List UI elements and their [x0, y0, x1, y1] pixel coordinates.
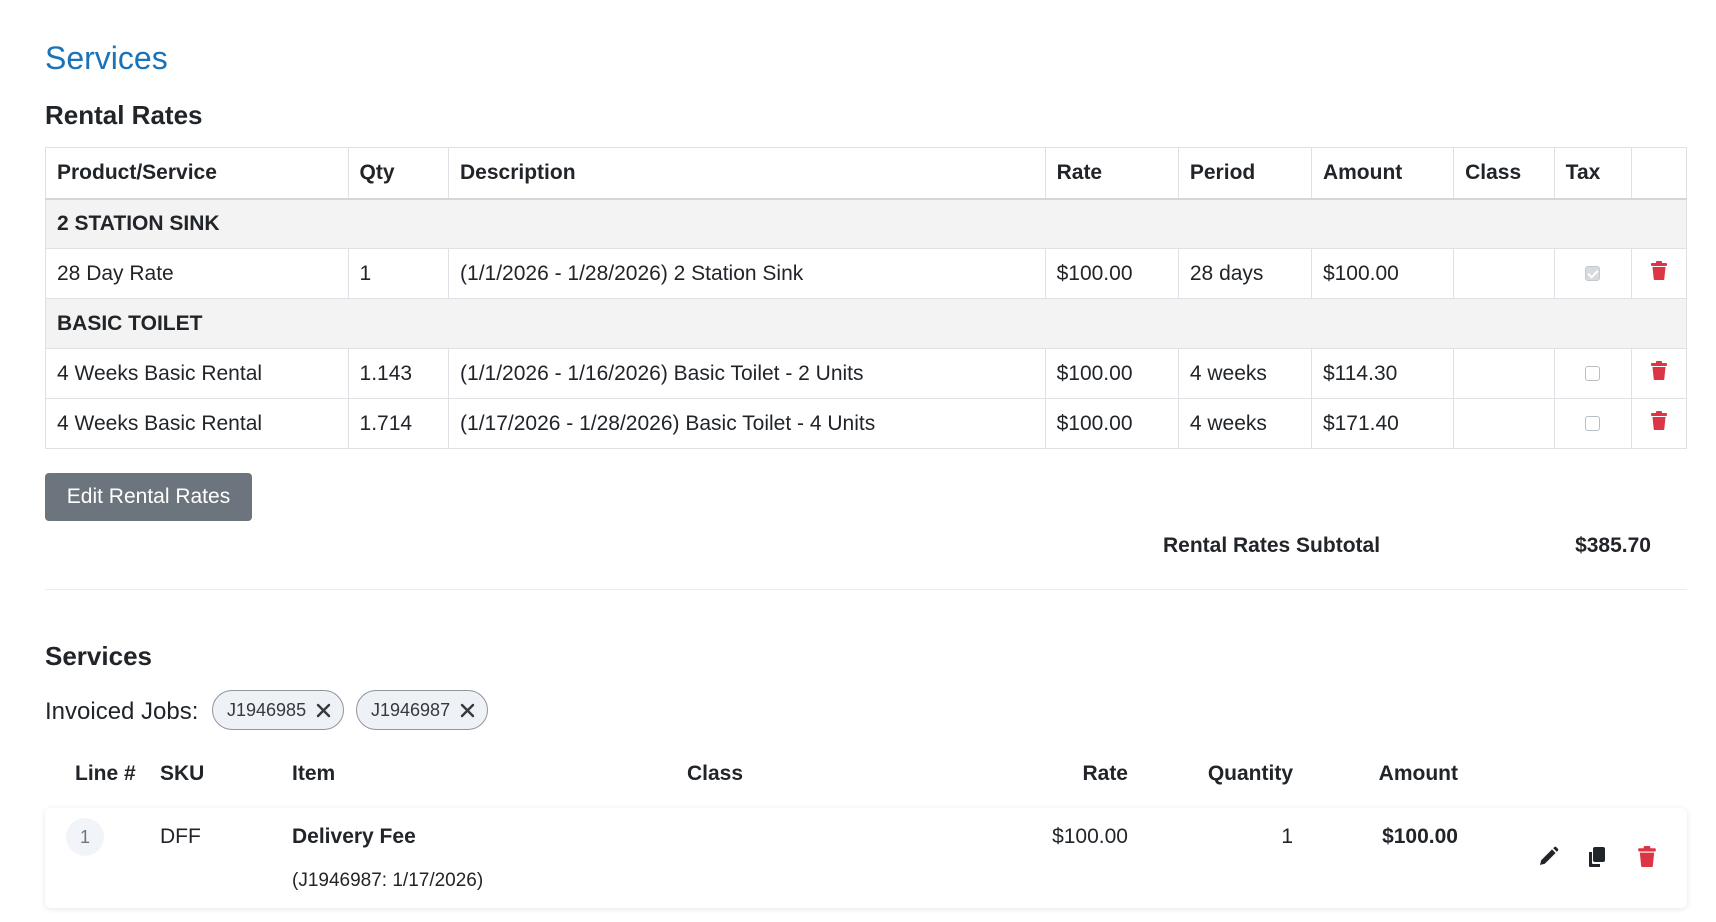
invoiced-jobs-label: Invoiced Jobs:	[45, 698, 199, 725]
close-icon[interactable]	[460, 703, 475, 718]
rate-cell: $100.00	[1044, 348, 1179, 399]
description-cell: (1/1/2026 - 1/16/2026) Basic Toilet - 2 …	[448, 348, 1046, 399]
table-row: 4 Weeks Basic Rental 1.714 (1/17/2026 - …	[45, 398, 1687, 449]
amount-cell: $171.40	[1310, 398, 1455, 449]
subtotal-value: $385.70	[1575, 534, 1651, 557]
quantity-cell: 1	[1281, 825, 1293, 848]
group-name: 2 STATION SINK	[45, 198, 1687, 249]
amount-cell: $100.00	[1382, 825, 1458, 848]
col-class: Class	[687, 762, 744, 785]
section-divider	[45, 589, 1687, 590]
job-chip-label: J1946985	[227, 699, 307, 720]
item-detail: (J1946987: 1/17/2026)	[292, 870, 484, 891]
page-title: Services	[45, 40, 168, 76]
tax-cell	[1553, 248, 1633, 299]
job-chip: J1946985	[212, 690, 345, 730]
product-cell: 28 Day Rate	[45, 248, 349, 299]
table-row: 4 Weeks Basic Rental 1.143 (1/1/2026 - 1…	[45, 348, 1687, 399]
period-cell: 4 weeks	[1177, 348, 1312, 399]
col-amount: Amount	[1378, 762, 1458, 785]
group-row: 2 STATION SINK	[45, 198, 1687, 249]
col-item: Item	[292, 762, 336, 785]
class-cell	[1453, 398, 1555, 449]
group-name: BASIC TOILET	[45, 298, 1687, 349]
trash-icon[interactable]	[1651, 361, 1668, 386]
line-number-badge: 1	[66, 818, 104, 856]
subtotal-label: Rental Rates Subtotal	[1163, 534, 1381, 557]
table-header-row: Product/Service Qty Description Rate Per…	[45, 147, 1687, 200]
rate-cell: $100.00	[1044, 248, 1179, 299]
group-row: BASIC TOILET	[45, 298, 1687, 349]
trash-icon[interactable]	[1638, 846, 1656, 867]
col-line: Line #	[75, 762, 136, 785]
edit-rental-rates-button[interactable]: Edit Rental Rates	[45, 473, 252, 521]
col-product: Product/Service	[45, 147, 349, 200]
tax-checkbox[interactable]	[1585, 266, 1601, 282]
tax-checkbox[interactable]	[1585, 416, 1601, 432]
services-title: Services	[45, 641, 152, 671]
col-period: Period	[1177, 147, 1312, 200]
class-cell	[1453, 248, 1555, 299]
rental-rates-table: Product/Service Qty Description Rate Per…	[45, 147, 1687, 449]
col-quantity: Quantity	[1207, 762, 1293, 785]
rate-cell: $100.00	[1052, 825, 1128, 848]
sku-cell: DFF	[160, 825, 201, 848]
job-chip-label: J1946987	[371, 699, 451, 720]
col-sku: SKU	[160, 762, 205, 785]
col-rate: Rate	[1082, 762, 1128, 785]
tax-cell	[1553, 348, 1633, 399]
col-class: Class	[1453, 147, 1555, 200]
item-name: Delivery Fee	[292, 825, 416, 848]
actions-cell	[1631, 248, 1687, 299]
period-cell: 4 weeks	[1177, 398, 1312, 449]
product-cell: 4 Weeks Basic Rental	[45, 348, 349, 399]
col-tax: Tax	[1553, 147, 1633, 200]
service-line-card: 1 DFF Delivery Fee (J1946987: 1/17/2026)…	[45, 808, 1687, 908]
qty-cell: 1	[347, 248, 450, 299]
tax-cell	[1553, 398, 1633, 449]
actions-cell	[1631, 348, 1687, 399]
amount-cell: $100.00	[1310, 248, 1455, 299]
col-description: Description	[448, 147, 1046, 200]
trash-icon[interactable]	[1651, 411, 1668, 436]
qty-cell: 1.714	[347, 398, 450, 449]
col-amount: Amount	[1310, 147, 1455, 200]
table-row: 28 Day Rate 1 (1/1/2026 - 1/28/2026) 2 S…	[45, 248, 1687, 299]
amount-cell: $114.30	[1310, 348, 1455, 399]
class-cell	[1453, 348, 1555, 399]
description-cell: (1/1/2026 - 1/28/2026) 2 Station Sink	[448, 248, 1046, 299]
col-qty: Qty	[347, 147, 450, 200]
rental-rates-title: Rental Rates	[45, 100, 203, 130]
tax-checkbox[interactable]	[1585, 366, 1601, 382]
rate-cell: $100.00	[1044, 398, 1179, 449]
job-chip: J1946987	[356, 690, 489, 730]
period-cell: 28 days	[1177, 248, 1312, 299]
close-icon[interactable]	[316, 703, 331, 718]
qty-cell: 1.143	[347, 348, 450, 399]
page: Services Rental Rates Product/Service Qt…	[0, 0, 1716, 922]
col-rate: Rate	[1044, 147, 1179, 200]
product-cell: 4 Weeks Basic Rental	[45, 398, 349, 449]
description-cell: (1/17/2026 - 1/28/2026) Basic Toilet - 4…	[448, 398, 1046, 449]
actions-cell	[1631, 398, 1687, 449]
pencil-icon[interactable]	[1537, 846, 1559, 868]
trash-icon[interactable]	[1651, 261, 1668, 286]
copy-icon[interactable]	[1587, 846, 1607, 868]
col-actions	[1631, 147, 1687, 200]
